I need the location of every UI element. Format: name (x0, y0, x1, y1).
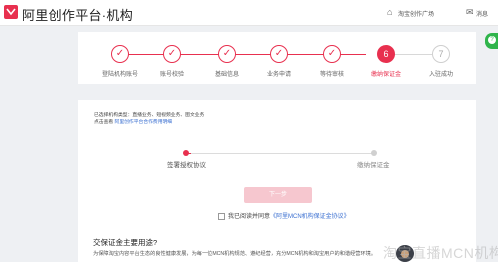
agree-text: 我已阅读并同意 (228, 214, 271, 220)
agreement-link[interactable]: 《阿里MCN机构保证金协议》 (270, 214, 350, 220)
step-1-check-icon: ✓ (111, 45, 129, 63)
step-4-check-icon: ✓ (270, 45, 288, 63)
substep-line-pending (191, 153, 374, 154)
nav-creation-plaza-link[interactable]: 淘宝创作广场 (398, 9, 434, 18)
step-2-check-icon: ✓ (163, 45, 181, 63)
app-title: 阿里创作平台·机构 (22, 8, 134, 23)
substep-2-label: 缴纳保证金 (357, 162, 390, 169)
app-logo[interactable] (4, 5, 18, 19)
faq-text: 为保障淘宝内容平台生态的良性健康发展，为每一位MCN机构规范、遵纪经营，充分MC… (93, 251, 377, 257)
substep-2-dot (371, 150, 377, 156)
substep-1-dot (183, 150, 189, 156)
agreement-checkbox[interactable] (218, 212, 225, 220)
step-5-check-icon: ✓ (323, 45, 341, 63)
step-4-label: 业务申请 (266, 72, 291, 78)
top-bar: 阿里创作平台·机构 ⌂ 淘宝创作广场 ✉ 消息 (0, 0, 498, 26)
step-3-check-icon: ✓ (218, 45, 236, 63)
fee-detail-link[interactable]: 阿里创作平台合作费用明细 (115, 120, 173, 125)
step-2-label: 账号校验 (159, 72, 184, 78)
fee-info-line: 点击查看 阿里创作平台合作费用明细 (94, 118, 172, 125)
side-helper-widget[interactable]: ? (485, 33, 498, 49)
steps-progress: ✓ 登陆机构账号 ✓ 账号校验 ✓ 基础信息 ✓ 业务申请 ✓ 等待审核 6 缴… (78, 32, 476, 84)
nav-message-link[interactable]: 消息 (476, 9, 488, 18)
deposit-panel: 已选择机构类型：直播业务、短视频业务、图文业务 点击查看 阿里创作平台合作费用明… (78, 100, 476, 262)
helper-icon: ? (488, 36, 496, 44)
step-6-label: 缴纳保证金 (370, 72, 401, 78)
faq-title: 交保证金主要用途? (93, 238, 158, 247)
substep-1-label: 签署授权协议 (167, 162, 206, 169)
next-step-button[interactable]: 下一步 (244, 187, 312, 203)
step-3-label: 基础信息 (214, 72, 239, 78)
selected-types-text: 已选择机构类型：直播业务、短视频业务、图文业务 (94, 113, 205, 118)
step-6-number: 6 (377, 45, 395, 63)
step-7-label: 入驻成功 (428, 72, 453, 78)
agreement-row: 我已阅读并同意《阿里MCN机构保证金协议》 (218, 211, 350, 220)
step-5-label: 等待审核 (319, 72, 344, 78)
view-prefix: 点击查看 (94, 120, 115, 125)
step-1-label: 登陆机构账号 (101, 72, 138, 78)
home-icon[interactable]: ⌂ (387, 7, 392, 17)
message-icon[interactable]: ✉ (466, 7, 474, 18)
step-7-number: 7 (432, 45, 450, 63)
watermark-text: 淘宝直播MCN机构 (383, 245, 498, 261)
